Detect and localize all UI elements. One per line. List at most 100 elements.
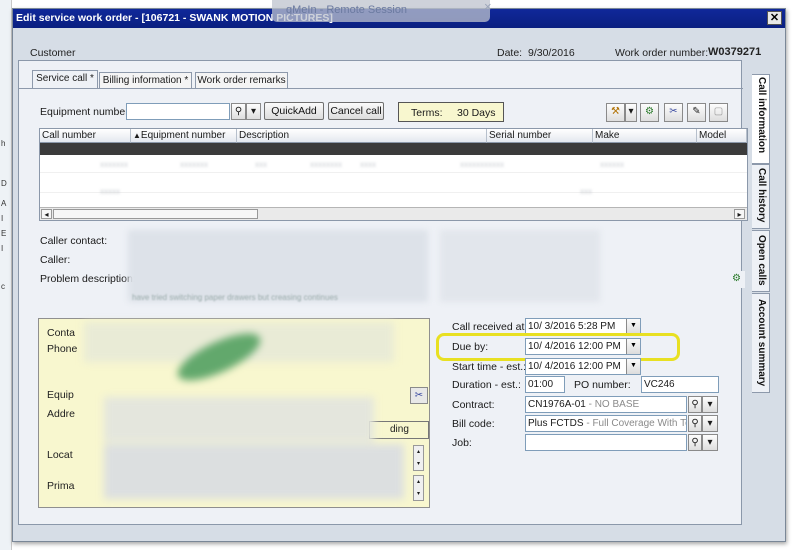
column-header-call-number[interactable]: Call number xyxy=(40,129,131,143)
side-tab-label: Account summary xyxy=(756,299,767,387)
problem-description-text: have tried switching paper drawers but c… xyxy=(132,293,338,302)
date-label: Date: xyxy=(497,47,523,59)
duration-input[interactable]: 01:00 xyxy=(525,376,565,393)
contract-input[interactable]: CN1976A-01 - NO BASE xyxy=(525,396,687,413)
strip-mark: E xyxy=(1,229,7,238)
primary-scrollbar[interactable]: ▴ ▾ xyxy=(413,475,424,501)
strip-mark: I xyxy=(1,244,4,253)
tab-service-call[interactable]: Service call * xyxy=(32,70,98,89)
location-label: Locat xyxy=(47,449,73,461)
user-action-icon[interactable]: ⚙ xyxy=(728,271,745,288)
strip-mark: h xyxy=(1,139,6,148)
side-tab-call-information[interactable]: Call information xyxy=(752,74,770,164)
calls-grid[interactable]: Call number ▲Equipment number Descriptio… xyxy=(39,128,748,221)
column-header-equipment-number[interactable]: ▲Equipment number xyxy=(131,129,237,143)
remote-session-close-icon[interactable]: × xyxy=(484,0,492,14)
contract-description: - NO BASE xyxy=(585,399,640,410)
options-dropdown-icon[interactable]: ▾ xyxy=(702,396,718,413)
call-received-label: Call received at: xyxy=(452,321,528,333)
contract-value: CN1976A-01 xyxy=(528,399,586,410)
po-number-label: PO number: xyxy=(574,379,631,391)
equipment-label: Equip xyxy=(47,389,74,401)
cancel-call-button[interactable]: Cancel call xyxy=(328,102,384,120)
remote-session-bar[interactable]: qMeIn - Remote Session xyxy=(272,0,490,22)
options-dropdown-icon[interactable]: ▾ xyxy=(702,415,718,432)
start-time-label: Start time - est.: xyxy=(452,361,527,373)
side-tab-label: Call history xyxy=(756,167,767,222)
location-scrollbar[interactable]: ▴ ▾ xyxy=(413,445,424,471)
column-header-serial-number[interactable]: Serial number xyxy=(487,129,593,143)
quickadd-button[interactable]: QuickAdd xyxy=(264,102,324,120)
gear-icon[interactable]: ⚙ xyxy=(640,103,659,122)
work-order-label: Work order number: xyxy=(615,47,709,59)
side-tab-open-calls[interactable]: Open calls xyxy=(752,230,770,292)
primary-label: Prima xyxy=(47,480,75,492)
blurred-caller-details xyxy=(128,230,428,302)
tools-icon[interactable]: ✂ xyxy=(664,103,683,122)
strip-mark: c xyxy=(1,282,5,291)
scroll-up-icon[interactable]: ▴ xyxy=(414,446,423,458)
search-icon[interactable]: ⚲ xyxy=(688,415,702,432)
horizontal-scrollbar[interactable]: ◂ ▸ xyxy=(40,207,747,220)
problem-description-label: Problem description: xyxy=(40,273,136,285)
po-number-input[interactable]: VC246 xyxy=(641,376,719,393)
strip-mark: I xyxy=(1,214,4,223)
caller-label: Caller: xyxy=(40,254,71,266)
scroll-left-icon[interactable]: ◂ xyxy=(41,209,52,219)
work-order-number: W0379271 xyxy=(708,46,762,58)
search-icon[interactable]: ⚲ xyxy=(231,103,246,120)
date-value: 9/30/2016 xyxy=(528,47,575,59)
caller-contact-label: Caller contact: xyxy=(40,235,108,247)
scroll-up-icon[interactable]: ▴ xyxy=(414,476,423,488)
equipment-number-label: Equipment number: xyxy=(40,106,132,118)
customer-label: Customer xyxy=(30,47,76,59)
terms-label: Terms: xyxy=(411,107,443,119)
options-dropdown-icon[interactable]: ▾ xyxy=(702,434,718,451)
blurred-contact-details xyxy=(74,322,404,502)
column-header-description[interactable]: Description xyxy=(237,129,487,143)
scroll-right-icon[interactable]: ▸ xyxy=(734,209,745,219)
scrollbar-thumb[interactable] xyxy=(53,209,258,219)
chevron-down-icon[interactable]: ▾ xyxy=(625,103,637,122)
side-tab-call-history[interactable]: Call history xyxy=(752,164,770,229)
tab-divider xyxy=(19,88,743,89)
document-icon[interactable]: ▢ xyxy=(709,103,728,122)
close-window-button[interactable]: ✕ xyxy=(767,11,782,25)
strip-mark: D xyxy=(1,179,7,188)
tab-work-order-remarks[interactable]: Work order remarks xyxy=(195,72,288,88)
table-row[interactable]: xxxxx xxx xyxy=(40,177,747,196)
blurred-right-details xyxy=(440,230,600,302)
column-header-label: Equipment number xyxy=(140,130,226,141)
column-header-make[interactable]: Make xyxy=(593,129,697,143)
wrench-icon[interactable]: ⚒ xyxy=(606,103,625,122)
terms-box: Terms: 30 Days xyxy=(398,102,504,122)
job-input[interactable] xyxy=(525,434,687,451)
side-tab-label: Call information xyxy=(756,77,767,154)
dialog-footer xyxy=(19,526,743,540)
contract-label: Contract: xyxy=(452,399,495,411)
call-received-value: 10/ 3/2016 5:28 PM xyxy=(528,321,616,332)
chevron-down-icon[interactable]: ▼ xyxy=(626,359,640,374)
scroll-down-icon[interactable]: ▾ xyxy=(414,458,423,470)
sort-ascending-icon: ▲ xyxy=(133,131,141,140)
table-row[interactable]: xxxxxxx xxxxxxx xxx xxxxxxxx xxxx xxxxxx… xyxy=(40,157,747,173)
start-time-field[interactable]: 10/ 4/2016 12:00 PM ▼ xyxy=(525,358,641,375)
chevron-down-icon[interactable]: ▼ xyxy=(626,319,640,334)
search-icon[interactable]: ⚲ xyxy=(688,396,702,413)
search-icon[interactable]: ⚲ xyxy=(688,434,702,451)
pencil-icon[interactable]: ✎ xyxy=(687,103,706,122)
tab-billing-information[interactable]: Billing information * xyxy=(99,72,192,88)
remote-session-label: qMeIn - Remote Session xyxy=(286,4,408,16)
bill-code-input[interactable]: Plus FCTDS - Full Coverage With Toner D xyxy=(525,415,687,432)
side-tab-label: Open calls xyxy=(756,235,767,286)
options-dropdown-icon[interactable]: ▾ xyxy=(246,103,261,120)
edit-equipment-icon[interactable]: ✂ xyxy=(410,387,428,404)
contact-label: Conta xyxy=(47,327,76,339)
selected-table-row[interactable] xyxy=(40,143,747,155)
side-tab-account-summary[interactable]: Account summary xyxy=(752,293,770,393)
bill-code-description: - Full Coverage With Toner D xyxy=(586,418,686,429)
equipment-number-input[interactable] xyxy=(126,103,230,120)
phone-label: Phone xyxy=(47,343,78,355)
scroll-down-icon[interactable]: ▾ xyxy=(414,488,423,500)
column-header-model[interactable]: Model xyxy=(697,129,747,143)
